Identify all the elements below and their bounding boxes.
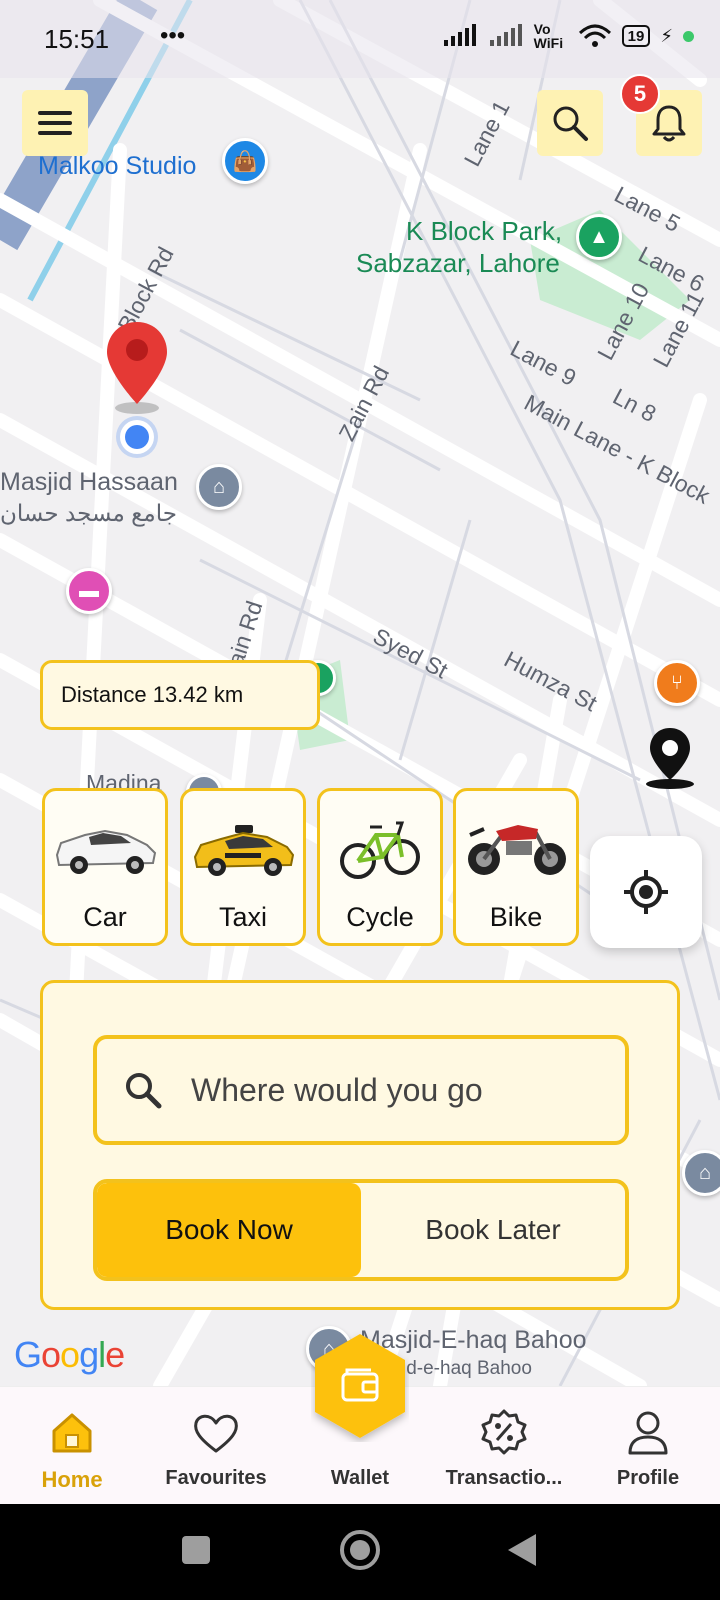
search-icon (553, 106, 588, 141)
status-time: 15:51 (44, 24, 110, 54)
bell-icon (652, 105, 686, 142)
map-label: id-e-haq Bahoo (402, 1358, 532, 1379)
destination-search-input[interactable]: Where would you go (93, 1035, 629, 1145)
booking-panel: Where would you go Book Now Book Later (40, 980, 680, 1310)
tree-park-icon[interactable]: ▲ (576, 214, 622, 260)
nav-item-profile[interactable]: Profile (576, 1387, 720, 1505)
gps-target-icon (624, 870, 668, 914)
signal-icon (489, 24, 522, 46)
status-icons: Vo WiFi 19 ⚡ (442, 22, 694, 50)
taxi-icon (193, 825, 295, 876)
status-extra: ••• (160, 22, 186, 49)
home-icon (52, 1413, 92, 1453)
battery-icon: 19 (621, 25, 651, 47)
nav-item-transactions[interactable]: Transactio... (432, 1387, 576, 1505)
system-nav-buttons (182, 1530, 536, 1570)
map-label: Malkoo Studio (38, 152, 197, 180)
nav-item-home[interactable]: Home (0, 1387, 144, 1505)
map-label: Sabzazar, Lahore (356, 248, 560, 278)
vehicle-card-taxi[interactable]: Taxi (180, 788, 306, 946)
charging-icon: ⚡ (660, 25, 673, 46)
pickup-pin-icon (107, 322, 167, 414)
restaurant-icon[interactable]: ⑂ (654, 660, 700, 706)
menu-button[interactable] (22, 90, 88, 156)
vehicle-card-bike[interactable]: Bike (453, 788, 579, 946)
nav-label: Wallet (330, 1467, 390, 1489)
nav-label: Transactio... (445, 1467, 563, 1489)
bicycle-icon (340, 821, 420, 879)
map-label: Masjid Hassaan (0, 468, 178, 496)
recenter-location-button[interactable] (590, 836, 702, 948)
distance-card: Distance 13.42 km (40, 660, 320, 730)
battery-level: 19 (627, 27, 645, 45)
green-dot-icon (683, 30, 694, 42)
nav-label: Profile (616, 1467, 680, 1489)
person-icon (628, 1411, 668, 1455)
wallet-fab-button[interactable] (311, 1330, 409, 1442)
vehicle-label: Taxi (218, 902, 267, 932)
status-bar: 15:51 ••• Vo WiFi 19 ⚡ (0, 0, 720, 78)
car-icon (55, 829, 157, 874)
motorbike-icon (468, 825, 566, 875)
notification-badge: 5 (620, 74, 660, 114)
mosque-icon[interactable]: ⌂ (196, 464, 242, 510)
destination-pin-icon[interactable] (642, 726, 698, 790)
nav-label: Favourites (165, 1467, 267, 1489)
search-icon (126, 1073, 162, 1109)
vehicle-label: Cycle (346, 902, 414, 932)
signal-icon (443, 24, 476, 46)
percent-badge-icon (481, 1409, 527, 1455)
recents-icon (182, 1536, 210, 1564)
network-label: Vo WiFi (533, 21, 564, 51)
hamburger-menu-icon (38, 111, 72, 135)
booking-mode-toggle: Book Now Book Later (93, 1179, 629, 1281)
search-button[interactable] (537, 90, 603, 156)
vehicle-label: Bike (489, 902, 543, 932)
vehicle-label: Car (83, 902, 127, 932)
distance-text: Distance 13.42 km (61, 682, 244, 707)
book-later-button[interactable]: Book Later (361, 1183, 625, 1277)
heart-icon (194, 1414, 238, 1453)
shopping-bag-icon[interactable]: 👜 (222, 138, 268, 184)
nav-item-favourites[interactable]: Favourites (144, 1387, 288, 1505)
google-logo: Google (14, 1334, 125, 1375)
book-now-button[interactable]: Book Now (97, 1183, 361, 1277)
vehicle-card-cycle[interactable]: Cycle (317, 788, 443, 946)
map-label: K Block Park, (406, 216, 563, 246)
back-icon (508, 1534, 536, 1566)
map-label: جامع مسجد حسان (0, 500, 177, 526)
vehicle-card-car[interactable]: Car (42, 788, 168, 946)
mosque-icon[interactable]: ⌂ (682, 1150, 720, 1196)
system-navigation-bar (0, 1504, 720, 1600)
my-location-dot (120, 420, 154, 454)
nav-label: Home (41, 1467, 103, 1492)
search-placeholder: Where would you go (191, 1071, 483, 1108)
hotel-icon[interactable]: ▬ (66, 568, 112, 614)
wifi-icon (578, 24, 611, 47)
